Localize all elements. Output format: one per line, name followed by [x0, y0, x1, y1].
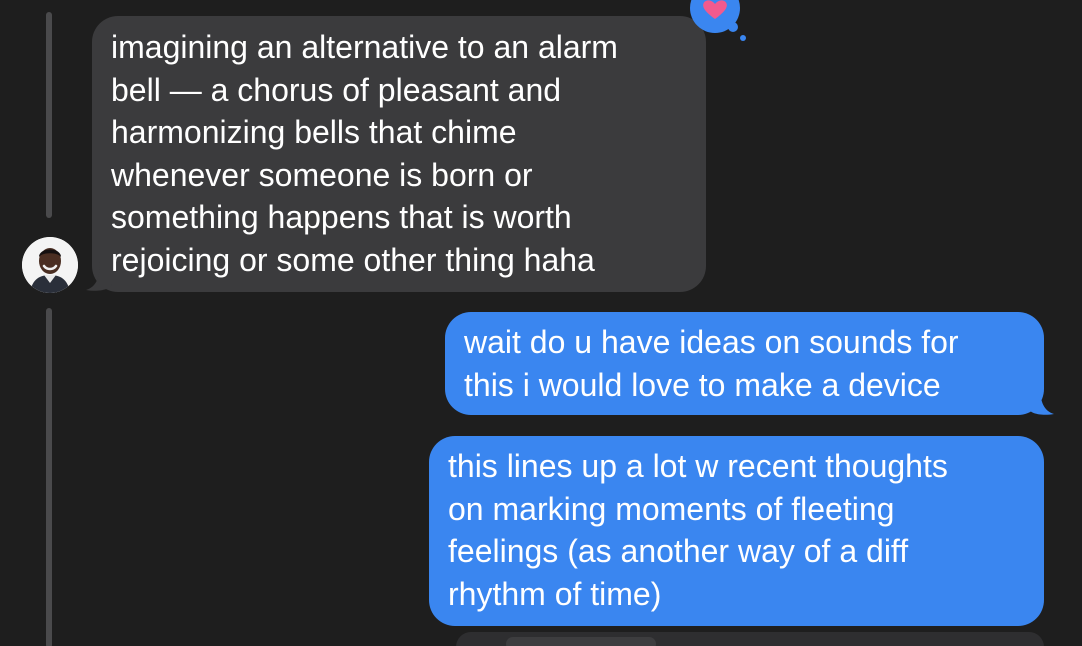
outgoing-bubble-tail — [1026, 386, 1054, 415]
heart-tapback[interactable] — [690, 0, 754, 44]
outgoing-message-bubble[interactable]: wait do u have ideas on sounds for this … — [445, 312, 1044, 415]
thread-line-bottom — [46, 308, 52, 646]
avatar-image — [22, 237, 78, 293]
outgoing-message-bubble[interactable]: this lines up a lot w recent thoughts on… — [429, 436, 1044, 626]
incoming-bubble-tail — [86, 262, 112, 291]
avatar[interactable] — [22, 237, 78, 293]
incoming-message-bubble[interactable]: imagining an alternative to an alarm bel… — [92, 16, 706, 292]
quoted-reply-preview — [506, 637, 656, 646]
thread-line-top — [46, 12, 52, 218]
next-message-peek — [456, 632, 1044, 646]
